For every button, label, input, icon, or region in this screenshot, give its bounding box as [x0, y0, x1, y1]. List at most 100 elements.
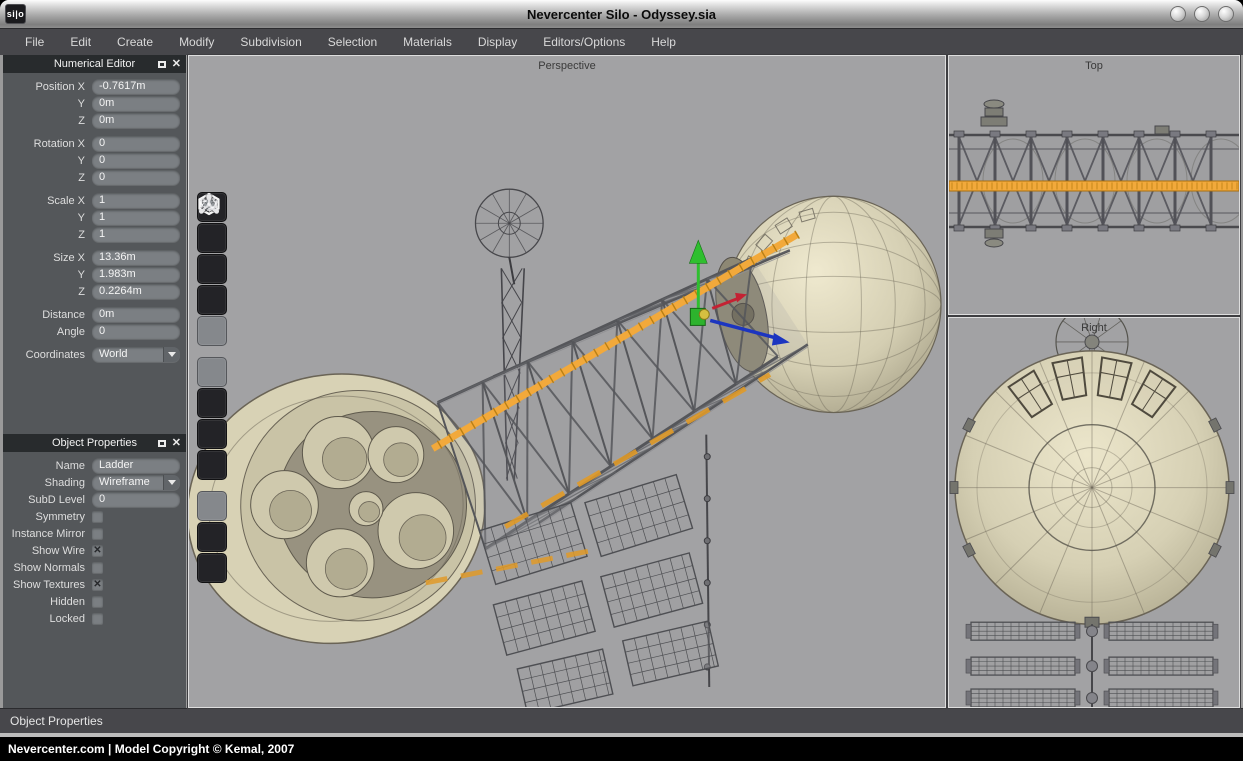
- numeric-row: Y0m: [3, 96, 186, 111]
- show-wire-checkbox[interactable]: ✕: [92, 545, 103, 556]
- property-row: Instance Mirror: [3, 526, 186, 541]
- menu-bar: FileEditCreateModifySubdivisionSelection…: [0, 28, 1243, 55]
- chevron-down-icon[interactable]: [163, 347, 180, 362]
- right-viewport[interactable]: Right: [948, 317, 1240, 708]
- panel-close-icon[interactable]: ✕: [172, 434, 181, 452]
- numeric-row: Z0m: [3, 113, 186, 128]
- top-viewport[interactable]: Top: [948, 55, 1240, 315]
- object-properties-fields: NameLadderShadingWireframeSubD Level0Sym…: [3, 458, 186, 626]
- spacecraft-right-view: [949, 318, 1239, 707]
- lasso-select-button[interactable]: [197, 553, 227, 583]
- property-row: Locked: [3, 611, 186, 626]
- perspective-viewport[interactable]: Perspective: [188, 55, 946, 708]
- field-label: Z: [3, 229, 92, 241]
- numerical-editor-panel: Numerical Editor ✕ Position X-0.7617mY0m…: [3, 55, 186, 368]
- subd-level-input[interactable]: 0: [92, 492, 180, 507]
- field-label: Show Normals: [3, 562, 92, 574]
- numeric-row: Distance0m: [3, 307, 186, 322]
- panel-collapse-icon[interactable]: [158, 440, 166, 447]
- locked-checkbox[interactable]: [92, 613, 103, 624]
- field-label: Position X: [3, 81, 92, 93]
- property-row: Show Normals: [3, 560, 186, 575]
- title-bar[interactable]: si|o Nevercenter Silo - Odyssey.sia: [0, 0, 1243, 28]
- coordinates-dropdown[interactable]: World: [92, 347, 180, 362]
- instance-mirror-checkbox[interactable]: [92, 528, 103, 539]
- field-group: Distance0m Angle0: [3, 307, 186, 339]
- show-textures-checkbox[interactable]: ✕: [92, 579, 103, 590]
- screen: si|o Nevercenter Silo - Odyssey.sia File…: [0, 0, 1243, 761]
- field-0-position-x-input[interactable]: -0.7617m: [92, 79, 180, 94]
- field-4-distance-input[interactable]: 0m: [92, 307, 180, 322]
- field-group: Size X13.36mY1.983mZ0.2264m: [3, 250, 186, 299]
- field-1-z-input[interactable]: 0: [92, 170, 180, 185]
- menu-item-help[interactable]: Help: [638, 29, 689, 56]
- numerical-editor-fields: Position X-0.7617mY0mZ0mRotation X0Y0Z0S…: [3, 79, 186, 339]
- numeric-row: Y0: [3, 153, 186, 168]
- menu-item-selection[interactable]: Selection: [315, 29, 390, 56]
- numeric-row: Z1: [3, 227, 186, 242]
- menu-item-file[interactable]: File: [12, 29, 57, 56]
- field-label: Y: [3, 155, 92, 167]
- field-1-rotation-x-input[interactable]: 0: [92, 136, 180, 151]
- minimize-button[interactable]: [1170, 6, 1186, 22]
- property-row: ShadingWireframe: [3, 475, 186, 490]
- field-2-scale-x-input[interactable]: 1: [92, 193, 180, 208]
- field-4-angle-input[interactable]: 0: [92, 324, 180, 339]
- field-label: Angle: [3, 326, 92, 338]
- symmetry-checkbox[interactable]: [92, 511, 103, 522]
- numeric-row: Position X-0.7617m: [3, 79, 186, 94]
- window-title: Nevercenter Silo - Odyssey.sia: [0, 7, 1243, 22]
- field-3-y-input[interactable]: 1.983m: [92, 267, 180, 282]
- field-label: SubD Level: [3, 494, 92, 506]
- name-input[interactable]: Ladder: [92, 458, 180, 473]
- field-group: Scale X1Y1Z1: [3, 193, 186, 242]
- hidden-checkbox[interactable]: [92, 596, 103, 607]
- field-label: Locked: [3, 613, 92, 625]
- field-label: Scale X: [3, 195, 92, 207]
- menu-item-edit[interactable]: Edit: [57, 29, 104, 56]
- chevron-down-icon[interactable]: [163, 475, 180, 490]
- show-normals-checkbox[interactable]: [92, 562, 103, 573]
- right-viewport-column: Top Right: [948, 55, 1240, 708]
- panel-close-icon[interactable]: ✕: [172, 55, 181, 73]
- field-3-z-input[interactable]: 0.2264m: [92, 284, 180, 299]
- numerical-editor-header[interactable]: Numerical Editor ✕: [3, 55, 186, 73]
- status-bar: Object Properties: [0, 708, 1243, 733]
- field-label: Y: [3, 98, 92, 110]
- top-viewport-label: Top: [949, 60, 1239, 72]
- field-3-size-x-input[interactable]: 13.36m: [92, 250, 180, 265]
- object-properties-header[interactable]: Object Properties ✕: [3, 434, 186, 452]
- field-label: Z: [3, 286, 92, 298]
- field-2-z-input[interactable]: 1: [92, 227, 180, 242]
- field-0-y-input[interactable]: 0m: [92, 96, 180, 111]
- field-label: Y: [3, 269, 92, 281]
- field-label: Shading: [3, 477, 92, 489]
- maximize-button[interactable]: [1194, 6, 1210, 22]
- close-button[interactable]: [1218, 6, 1234, 22]
- menu-item-subdivision[interactable]: Subdivision: [227, 29, 314, 56]
- shading-dropdown[interactable]: Wireframe: [92, 475, 180, 490]
- menu-item-materials[interactable]: Materials: [390, 29, 465, 56]
- field-label: Name: [3, 460, 92, 472]
- object-properties-panel: Object Properties ✕ NameLadderShadingWir…: [3, 434, 186, 632]
- menu-item-modify[interactable]: Modify: [166, 29, 227, 56]
- app-logo: si|o: [5, 4, 26, 24]
- property-row: NameLadder: [3, 458, 186, 473]
- panel-collapse-icon[interactable]: [158, 61, 166, 68]
- viewport-toolbar: [197, 192, 227, 594]
- field-2-y-input[interactable]: 1: [92, 210, 180, 225]
- field-1-y-input[interactable]: 0: [92, 153, 180, 168]
- right-viewport-label: Right: [949, 322, 1239, 334]
- perspective-viewport-label: Perspective: [189, 60, 945, 72]
- menu-item-editors-options[interactable]: Editors/Options: [530, 29, 638, 56]
- menu-item-display[interactable]: Display: [465, 29, 530, 56]
- menu-item-create[interactable]: Create: [104, 29, 166, 56]
- spacecraft-top-view: [949, 56, 1239, 314]
- copyright-footer: Nevercenter.com | Model Copyright © Kema…: [0, 737, 1243, 761]
- field-label: Symmetry: [3, 511, 92, 523]
- coordinates-label: Coordinates: [3, 349, 92, 361]
- field-0-z-input[interactable]: 0m: [92, 113, 180, 128]
- app-window: si|o Nevercenter Silo - Odyssey.sia File…: [0, 0, 1243, 737]
- field-label: Rotation X: [3, 138, 92, 150]
- numeric-row: Y1: [3, 210, 186, 225]
